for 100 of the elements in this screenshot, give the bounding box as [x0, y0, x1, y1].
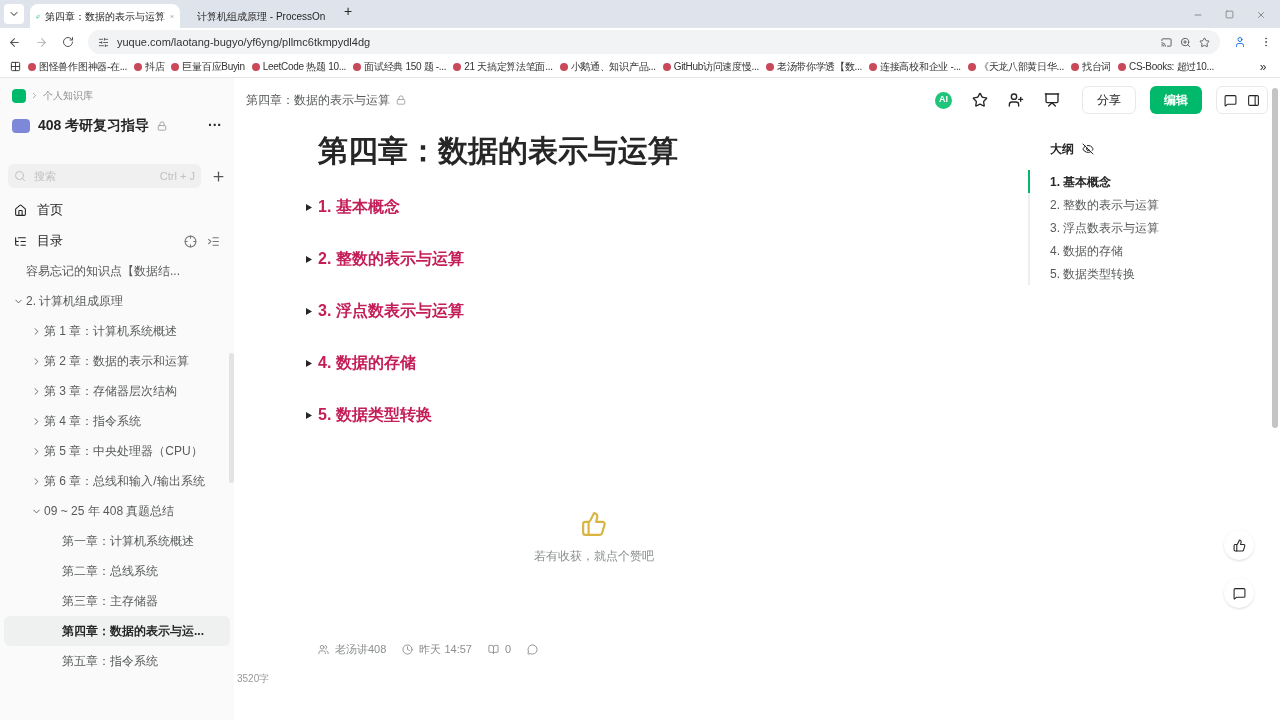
collapse-icon[interactable]: [207, 234, 220, 248]
bookmark-star-icon[interactable]: [1199, 36, 1210, 48]
section-heading[interactable]: 3. 浮点数表示与运算: [318, 299, 464, 323]
bookmark[interactable]: LeetCode 热题 10...: [262, 59, 347, 74]
like-button[interactable]: [1224, 530, 1254, 560]
star-icon[interactable]: [972, 92, 988, 108]
tab-title: 计算机组成原理 - ProcessOn: [197, 9, 326, 24]
book-icon: [12, 118, 30, 133]
presentation-icon[interactable]: [1044, 92, 1060, 108]
tree-item[interactable]: 第四章：数据的表示与运...: [4, 616, 230, 646]
read-icon: [487, 643, 499, 655]
tree-item[interactable]: 第三章：主存储器: [4, 586, 230, 616]
bookmark-icon: [1118, 62, 1126, 71]
tree-item[interactable]: 第 1 章：计算机系统概述: [4, 316, 230, 346]
chevron-right-icon: [30, 91, 39, 100]
tree-item[interactable]: 第 4 章：指令系统: [4, 406, 230, 436]
word-count: 3520字: [237, 672, 270, 686]
tree-item[interactable]: 09 ~ 25 年 408 真题总结: [4, 496, 230, 526]
tree-item[interactable]: 第五章：指令系统: [4, 646, 230, 676]
apps-icon[interactable]: [10, 61, 21, 72]
back-icon[interactable]: [8, 35, 21, 49]
tree-item[interactable]: 容易忘记的知识点【数据结...: [4, 256, 230, 286]
bookmark-icon: [765, 62, 774, 71]
home-icon: [14, 203, 27, 217]
clock-icon: [402, 643, 414, 655]
read-count: 0: [504, 642, 512, 657]
section-heading[interactable]: 4. 数据的存储: [318, 351, 416, 375]
tree-item[interactable]: 第二章：总线系统: [4, 556, 230, 586]
bookmark[interactable]: 巨量百应Buyin: [182, 59, 245, 74]
toggle-triangle-icon[interactable]: [306, 307, 312, 315]
toc-label: 目录: [37, 232, 64, 251]
more-bookmarks-button[interactable]: »: [1259, 57, 1266, 76]
share-button[interactable]: 分享: [1082, 86, 1136, 114]
doc-breadcrumb-title: 第四章：数据的表示与运算: [246, 92, 390, 109]
thumbs-up-icon: [1232, 538, 1246, 552]
new-tab-button[interactable]: +: [344, 1, 353, 22]
bookmark-icon: [251, 62, 260, 71]
toc-icon: [14, 234, 27, 248]
tree-item[interactable]: 第 6 章：总线和输入/输出系统: [4, 466, 230, 496]
section-heading[interactable]: 2. 整数的表示与运算: [318, 247, 464, 271]
bookmark-icon: [171, 62, 180, 71]
zoom-icon[interactable]: [1180, 36, 1191, 48]
author-icon: [318, 643, 329, 655]
outline-title: 大纲: [1050, 141, 1074, 158]
comment-icon: [1224, 93, 1237, 107]
tab-list-button[interactable]: [4, 4, 24, 24]
bookmark[interactable]: GitHub访问速度慢...: [673, 59, 759, 74]
thumbs-up-icon[interactable]: [581, 511, 607, 537]
bookmark[interactable]: CS-Books: 超过10...: [1129, 59, 1214, 74]
close-icon[interactable]: [1256, 10, 1266, 20]
book-title: 408 考研复习指导: [38, 116, 150, 135]
bookmark-icon: [662, 62, 671, 71]
bookmark-icon: [1070, 62, 1079, 71]
bookmark[interactable]: 21 天搞定算法笔面...: [464, 59, 553, 74]
comment-icon: [1232, 586, 1246, 600]
tree-item[interactable]: 第一章：计算机系统概述: [4, 526, 230, 556]
document-title: 第四章：数据的表示与运算: [318, 133, 679, 169]
browser-tab[interactable]: 第四章：数据的表示与运算: [30, 4, 180, 28]
bookmark[interactable]: 《天龙八部黄日华...: [978, 59, 1064, 74]
bookmark[interactable]: 小鹅通、知识产品...: [570, 59, 656, 74]
bookmark[interactable]: 老汤带你学透【数...: [776, 59, 862, 74]
toggle-triangle-icon[interactable]: [306, 255, 312, 263]
bookmark[interactable]: 面试经典 150 题 -...: [364, 59, 447, 74]
tree-item[interactable]: 第 5 章：中央处理器（CPU）: [4, 436, 230, 466]
toggle-triangle-icon[interactable]: [306, 203, 312, 211]
home-link[interactable]: 首页: [37, 200, 63, 220]
address-bar[interactable]: yuque.com/laotang-bugyo/yf6yng/pllmc6tkmpydl4dg: [88, 30, 1220, 54]
bookmark[interactable]: 图怪兽作图神器-在...: [39, 59, 128, 74]
bookmark-icon: [453, 62, 462, 71]
comment-button[interactable]: [1224, 578, 1254, 608]
tree-item[interactable]: 第 2 章：数据的表示和运算: [4, 346, 230, 376]
bookmark-icon: [134, 62, 143, 71]
search-icon: [14, 170, 26, 182]
cast-icon[interactable]: [1161, 36, 1172, 48]
bookmark-icon: [869, 62, 877, 71]
bookmark[interactable]: 抖店: [145, 59, 165, 74]
site-settings-icon: [98, 36, 109, 48]
updated-time: 昨天 14:57: [419, 642, 472, 657]
locate-icon[interactable]: [184, 234, 197, 248]
bookmark[interactable]: 找台词: [1081, 59, 1111, 74]
hide-icon[interactable]: [1082, 143, 1094, 155]
add-user-icon[interactable]: [1008, 92, 1024, 108]
section-heading[interactable]: 1. 基本概念: [318, 195, 400, 219]
more-button[interactable]: ···: [208, 115, 222, 136]
tab-title: 第四章：数据的表示与运算: [45, 9, 165, 24]
browser-tab[interactable]: 计算机组成原理 - ProcessOn: [186, 4, 336, 28]
view-toggle-group[interactable]: [1216, 86, 1268, 114]
toggle-triangle-icon[interactable]: [306, 411, 312, 419]
add-icon[interactable]: [211, 168, 226, 184]
bookmark-icon: [559, 62, 568, 71]
lock-icon: [157, 120, 168, 131]
toggle-triangle-icon[interactable]: [306, 359, 312, 367]
section-heading[interactable]: 5. 数据类型转换: [318, 403, 432, 427]
bookmark[interactable]: 连接高校和企业 -...: [880, 59, 961, 74]
side-panel-icon: [1247, 93, 1260, 107]
tree-item[interactable]: 第 3 章：存储器层次结构: [4, 376, 230, 406]
tree-item[interactable]: 2. 计算机组成原理: [4, 286, 230, 316]
profile-icon[interactable]: [1234, 36, 1246, 48]
reload-icon[interactable]: [62, 36, 74, 48]
logo-icon: [12, 88, 26, 103]
